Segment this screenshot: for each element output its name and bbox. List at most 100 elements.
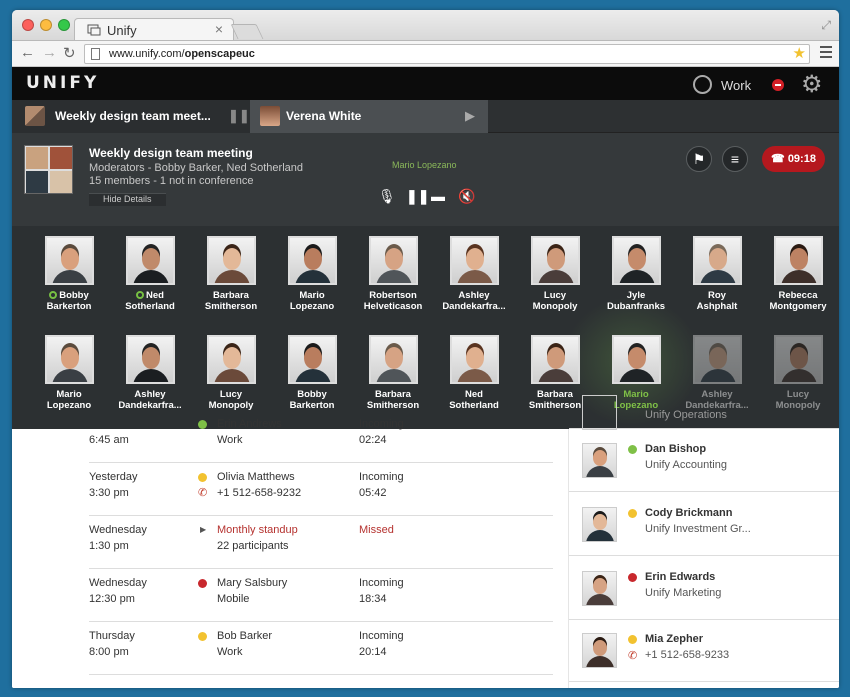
participant-first-name: Ned [146, 290, 164, 301]
presence-status-icon [628, 445, 637, 454]
conference-members: 15 members - 1 not in conference [89, 175, 254, 187]
contact-item[interactable]: Cody Brickmann Unify Investment Gr... [569, 493, 839, 556]
hide-details-button[interactable]: Hide Details [89, 193, 166, 206]
gear-icon[interactable]: ⚙ [801, 70, 823, 99]
play-icon[interactable]: ▶ [465, 108, 475, 124]
contact-item[interactable]: Mia Zepher +1 512-658-9233 ✆ [569, 619, 839, 682]
history-detail: 22 participants [217, 540, 289, 552]
history-date: Wednesday [89, 524, 147, 536]
close-window-button[interactable] [22, 19, 34, 31]
history-row[interactable]: Wednesday 12:30 pm Mary Salsbury Mobile Inco… [89, 569, 553, 622]
call-tab-conference[interactable]: Weekly design team meet... ❚❚ [12, 100, 250, 133]
presence-status-icon [628, 635, 637, 644]
participant-photo [287, 236, 337, 285]
participant-first-name: Barbara [213, 290, 249, 301]
zoom-window-button[interactable] [58, 19, 70, 31]
contact-photo [582, 507, 617, 542]
contact-photo [582, 633, 617, 668]
participant-tile[interactable]: Jyle Dubanfranks [595, 236, 677, 312]
contact-item[interactable]: Dan Bishop Unify Accounting [569, 429, 839, 492]
participant-tile[interactable]: Bobby Barkerton [28, 236, 110, 312]
history-row[interactable]: Thursday 8:00 pm Bob Barker Work Incoming 20:… [89, 622, 553, 675]
participant-tile[interactable]: Ned Sotherland [433, 335, 515, 411]
call-tab-verena-white[interactable]: Verena White ▶ [250, 100, 488, 133]
flag-button[interactable]: ⚑ [686, 146, 712, 172]
history-detail: Mobile [217, 593, 250, 605]
participant-last-name: Dubanfranks [606, 301, 666, 312]
participant-name: Bobby Barkerton [271, 389, 353, 411]
participant-tile[interactable]: Roy Ashphalt [676, 236, 758, 312]
participant-tile[interactable]: Robertson Helveticason [352, 236, 434, 312]
conference-group-avatar [24, 145, 73, 194]
participant-name: Robertson Helveticason [352, 290, 434, 312]
call-tab-label: Verena White [286, 109, 362, 123]
address-bar[interactable]: www.unify.com/openscapeuc ★ [84, 44, 810, 64]
minimize-window-button[interactable] [40, 19, 52, 31]
contact-item-partial[interactable]: Unify Operations [569, 395, 839, 430]
unify-app: UNIFY Work ⚙ Weekly design team meet... … [12, 67, 839, 688]
participant-first-name: Mario [56, 389, 82, 400]
tab-close-icon[interactable]: × [215, 21, 223, 37]
menu-button[interactable]: ≡ [722, 146, 748, 172]
history-row[interactable]: Wednesday 1:30 pm Monthly standup 22 partic… [89, 516, 553, 569]
contact-name: Cody Brickmann [645, 507, 733, 519]
participant-photo [773, 236, 823, 285]
participant-last-name: Lopezano [289, 301, 335, 312]
mute-speaker-icon[interactable]: 🔇 [458, 188, 475, 205]
participant-tile[interactable]: Lucy Monopoly [514, 236, 596, 312]
participant-tile[interactable]: Mario Lopezano [28, 335, 110, 411]
participant-tile[interactable]: Ashley Dandekarfra... [433, 236, 515, 312]
conference-moderators: Moderators - Bobby Barker, Ned Sotherlan… [89, 162, 304, 174]
call-tab-label: Weekly design team meet... [55, 109, 211, 123]
contact-detail: Unify Marketing [645, 587, 722, 599]
history-type: Incoming [359, 630, 404, 642]
participant-grid: Bobby Barkerton Ned Sotherland Barbara Smithe… [12, 226, 839, 431]
participant-tile[interactable]: Rebecca Montgomery [757, 236, 839, 312]
participant-tile[interactable]: Ashley Dandekarfra... [676, 335, 758, 411]
browser-tab[interactable]: Unify × [74, 18, 234, 41]
contact-item[interactable]: Erin Edwards Unify Marketing [569, 557, 839, 620]
call-timer: 09:18 [787, 153, 816, 165]
participant-tile[interactable]: Bobby Barkerton [271, 335, 353, 411]
history-duration: 02:24 [359, 434, 387, 446]
browser-menu-icon[interactable] [820, 46, 832, 61]
participant-tile[interactable]: Lucy Monopoly [757, 335, 839, 411]
new-tab-button[interactable] [230, 24, 264, 39]
history-row[interactable]: Yesterday 3:30 pm Olivia Matthews +1 512-65… [89, 463, 553, 516]
screen-share-icon[interactable]: ▬ [431, 188, 445, 204]
app-header: UNIFY Work ⚙ [12, 67, 839, 100]
participant-last-name: Sotherland [125, 301, 175, 312]
participant-tile[interactable]: Lucy Monopoly [190, 335, 272, 411]
hang-up-icon: ☎ [771, 153, 788, 165]
title-bar: Unify × ⤢ [12, 10, 839, 41]
mute-microphone-icon[interactable]: 🎙 [378, 188, 396, 205]
forward-button[interactable]: → [42, 44, 57, 61]
do-not-disturb-icon[interactable] [772, 79, 784, 91]
participant-last-name: Lopezano [46, 400, 92, 411]
presence-status-icon [628, 573, 637, 582]
participant-photo [287, 335, 337, 384]
history-row[interactable]: 6:45 am Erin Andrews Work Incoming 02:24 [89, 410, 553, 463]
bookmark-star-icon[interactable]: ★ [793, 44, 806, 62]
contact-photo [582, 443, 617, 478]
participant-name: Ashley Dandekarfra... [433, 290, 515, 312]
reload-button[interactable]: ↻ [63, 44, 76, 62]
participant-tile[interactable]: Ashley Dandekarfra... [109, 335, 191, 411]
pause-icon[interactable]: ❚❚ [228, 108, 250, 124]
presence-label[interactable]: Work [721, 78, 751, 93]
verena-avatar [260, 106, 280, 126]
presence-icon[interactable] [693, 75, 712, 94]
fullscreen-icon[interactable]: ⤢ [821, 18, 831, 33]
back-button[interactable]: ← [20, 44, 35, 61]
participant-tile[interactable]: Barbara Smitherson [190, 236, 272, 312]
participant-name: Barbara Smitherson [352, 389, 434, 411]
participant-tile[interactable]: Ned Sotherland [109, 236, 191, 312]
hold-icon[interactable]: ❚❚ [406, 188, 429, 205]
history-duration: 05:42 [359, 487, 387, 499]
history-time: 8:00 pm [89, 646, 129, 658]
participant-tile[interactable]: Barbara Smitherson [352, 335, 434, 411]
participant-photo [44, 335, 94, 384]
participant-tile[interactable]: Mario Lopezano [271, 236, 353, 312]
end-call-button[interactable]: ☎ 09:18 [762, 146, 825, 172]
call-history-list: 6:45 am Erin Andrews Work Incoming 02:24 Yest… [47, 418, 567, 688]
